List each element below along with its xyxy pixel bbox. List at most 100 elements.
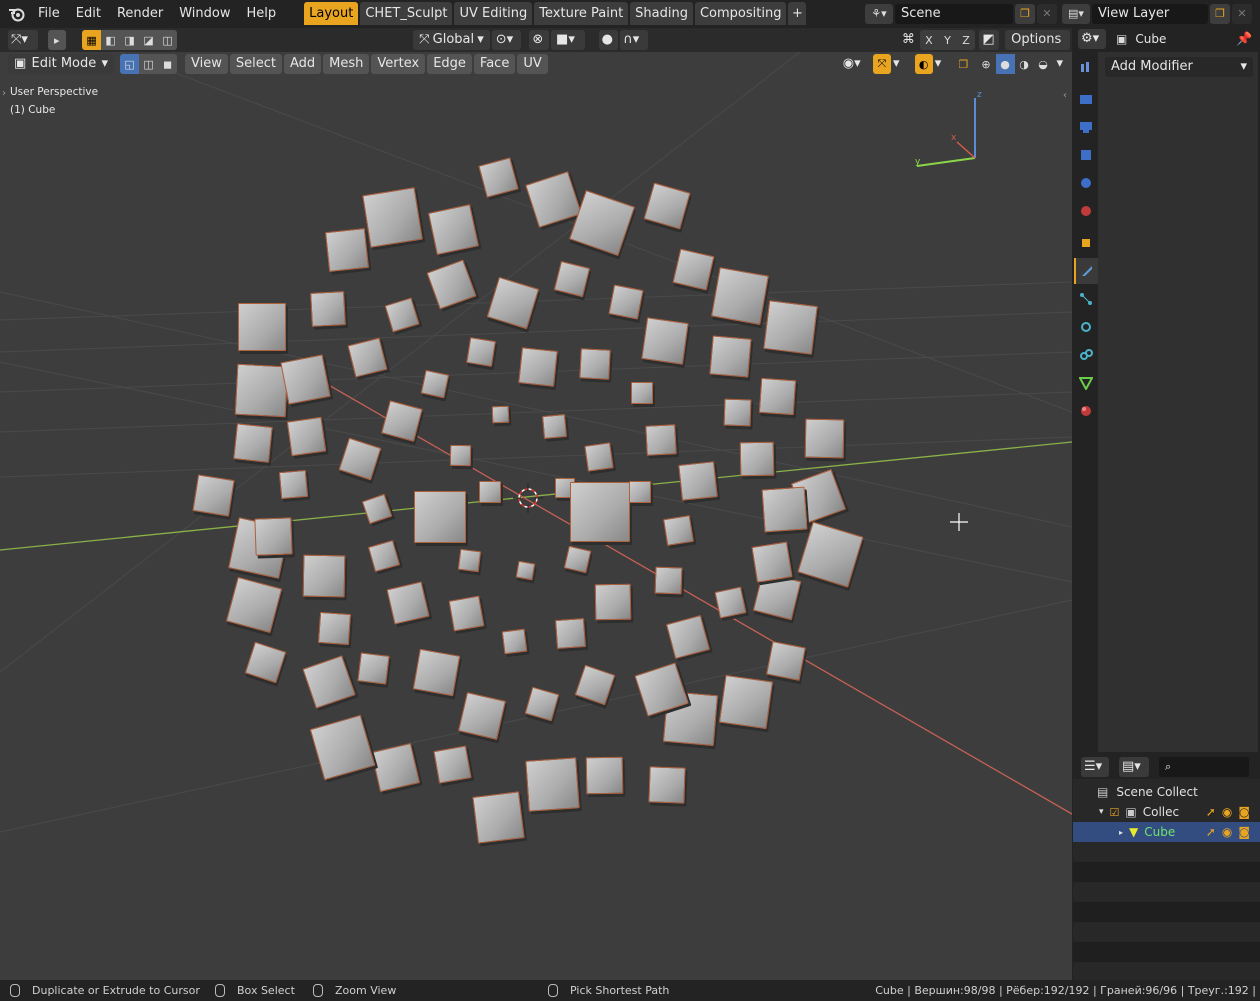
- mesh-cube[interactable]: [663, 514, 695, 546]
- menu-vertex[interactable]: Vertex: [371, 54, 426, 74]
- mesh-cube[interactable]: [479, 481, 501, 503]
- overlay-toggle-icon[interactable]: ◐: [914, 54, 933, 74]
- mesh-cube[interactable]: [641, 317, 689, 365]
- menu-render[interactable]: Render: [109, 0, 171, 27]
- display-mode-dropdown[interactable]: ▤▾: [1119, 757, 1149, 777]
- shading-dropdown[interactable]: ▾: [1055, 54, 1071, 74]
- rendered-shading-icon[interactable]: ◒: [1033, 54, 1053, 74]
- auto-merge-icon[interactable]: ◩: [979, 30, 1000, 50]
- proportional-edit-icon[interactable]: ●: [598, 30, 619, 50]
- mesh-cube[interactable]: [677, 461, 718, 501]
- menu-window[interactable]: Window: [171, 0, 238, 27]
- menu-face[interactable]: Face: [473, 54, 516, 74]
- mesh-cube[interactable]: [672, 248, 714, 291]
- properties-editor-type-icon[interactable]: ⚙▾: [1078, 29, 1106, 49]
- mesh-cube[interactable]: [595, 583, 632, 620]
- toolbar-toggle-icon[interactable]: ›: [2, 88, 6, 99]
- new-view-layer-icon[interactable]: ❐: [1210, 3, 1230, 24]
- menu-help[interactable]: Help: [239, 0, 285, 27]
- transform-orientation-dropdown[interactable]: ⤧ Global ▾: [413, 30, 490, 50]
- render-icon[interactable]: [1074, 86, 1098, 112]
- menu-mesh[interactable]: Mesh: [323, 54, 370, 74]
- tab-texture-paint[interactable]: Texture Paint: [534, 2, 629, 25]
- snap-toggle-icon[interactable]: ⊗: [529, 30, 550, 50]
- 3d-viewport[interactable]: User Perspective (1) Cube z x y ‹ ›: [0, 52, 1072, 980]
- mesh-cube[interactable]: [310, 290, 346, 327]
- mesh-cube[interactable]: [457, 691, 506, 740]
- mesh-cube[interactable]: [763, 300, 819, 356]
- outliner-search-input[interactable]: ⌕: [1159, 757, 1249, 777]
- mesh-cube[interactable]: [491, 405, 509, 424]
- mode-dropdown[interactable]: ▣ Edit Mode ▾: [8, 54, 115, 74]
- mesh-cube[interactable]: [420, 369, 449, 398]
- sidebar-toggle-icon[interactable]: ‹: [1063, 90, 1067, 101]
- camera-icon[interactable]: ◙: [1238, 825, 1250, 839]
- 3d-cursor-icon[interactable]: [513, 483, 543, 513]
- mesh-cube[interactable]: [761, 486, 808, 533]
- mesh-cube[interactable]: [501, 628, 527, 654]
- mesh-cube[interactable]: [278, 469, 309, 499]
- mirror-z-toggle[interactable]: Z: [956, 30, 976, 50]
- menu-edge[interactable]: Edge: [427, 54, 472, 74]
- checkbox-icon[interactable]: ☑: [1110, 806, 1120, 819]
- mesh-cube[interactable]: [191, 474, 235, 518]
- output-icon[interactable]: [1074, 114, 1098, 140]
- mesh-cube[interactable]: [584, 442, 614, 472]
- new-scene-icon[interactable]: ❐: [1015, 3, 1035, 24]
- delete-scene-icon[interactable]: ✕: [1037, 3, 1057, 24]
- view-layer-field[interactable]: View Layer: [1092, 3, 1208, 24]
- add-modifier-dropdown[interactable]: Add Modifier ▾: [1105, 57, 1253, 77]
- menu-uv[interactable]: UV: [517, 54, 548, 74]
- tab-chet-sculpt[interactable]: CHET_Sculpt: [360, 2, 453, 25]
- mesh-cube[interactable]: [233, 423, 273, 463]
- tab-shading[interactable]: Shading: [630, 2, 693, 25]
- menu-view[interactable]: View: [185, 54, 228, 74]
- mesh-cube[interactable]: [237, 302, 286, 351]
- material-shading-icon[interactable]: ◑: [1014, 54, 1034, 74]
- mesh-cube[interactable]: [515, 560, 535, 581]
- delete-view-layer-icon[interactable]: ✕: [1232, 3, 1252, 24]
- xray-toggle-icon[interactable]: ❐: [954, 54, 973, 74]
- tool-icon[interactable]: [1074, 54, 1098, 80]
- mesh-cube[interactable]: [709, 335, 752, 377]
- mesh-cube[interactable]: [525, 756, 581, 812]
- select-arrow-icon[interactable]: ➚: [1206, 825, 1216, 839]
- camera-icon[interactable]: ◙: [1238, 805, 1250, 819]
- eye-icon[interactable]: ◉: [1222, 805, 1232, 819]
- select-intersect-icon[interactable]: ◫: [158, 30, 178, 50]
- scene-browse-icon[interactable]: ⚘▾: [865, 3, 893, 24]
- mesh-cube[interactable]: [630, 381, 654, 405]
- select-new-icon[interactable]: ▦: [82, 30, 102, 50]
- physics-icon[interactable]: [1074, 314, 1098, 340]
- mesh-cube[interactable]: [758, 377, 796, 415]
- mirror-y-toggle[interactable]: Y: [938, 30, 957, 50]
- mesh-cube[interactable]: [766, 641, 806, 682]
- select-tool-icon[interactable]: ▸: [47, 30, 67, 50]
- mesh-cube[interactable]: [433, 745, 473, 785]
- gizmo-dropdown[interactable]: ▾: [891, 54, 907, 74]
- select-extend-icon[interactable]: ◧: [101, 30, 121, 50]
- mesh-cube[interactable]: [647, 766, 686, 804]
- mesh-cube[interactable]: [325, 228, 369, 273]
- scene-icon[interactable]: [1074, 170, 1098, 196]
- view-layer-browse-icon[interactable]: ▤▾: [1062, 3, 1090, 24]
- menu-file[interactable]: File: [30, 0, 68, 27]
- mesh-cube[interactable]: [654, 566, 683, 595]
- mirror-x-toggle[interactable]: X: [919, 30, 939, 50]
- mesh-cube[interactable]: [750, 541, 793, 583]
- mesh-cube[interactable]: [804, 419, 844, 459]
- mesh-cube[interactable]: [279, 353, 331, 405]
- mesh-cube[interactable]: [629, 481, 651, 503]
- mesh-cube[interactable]: [362, 186, 423, 248]
- mesh-cube[interactable]: [254, 517, 294, 557]
- mesh-cube[interactable]: [235, 363, 289, 417]
- mesh-cube[interactable]: [723, 398, 752, 427]
- solid-shading-icon[interactable]: ●: [995, 54, 1015, 74]
- menu-add[interactable]: Add: [284, 54, 322, 74]
- outliner-editor-type-icon[interactable]: ☰▾: [1081, 757, 1109, 777]
- mesh-cube[interactable]: [585, 757, 623, 795]
- mesh-cube[interactable]: [448, 595, 484, 632]
- add-workspace-button[interactable]: +: [788, 2, 807, 25]
- mirror-icon[interactable]: ⌘: [899, 30, 918, 50]
- mesh-cube[interactable]: [458, 548, 482, 572]
